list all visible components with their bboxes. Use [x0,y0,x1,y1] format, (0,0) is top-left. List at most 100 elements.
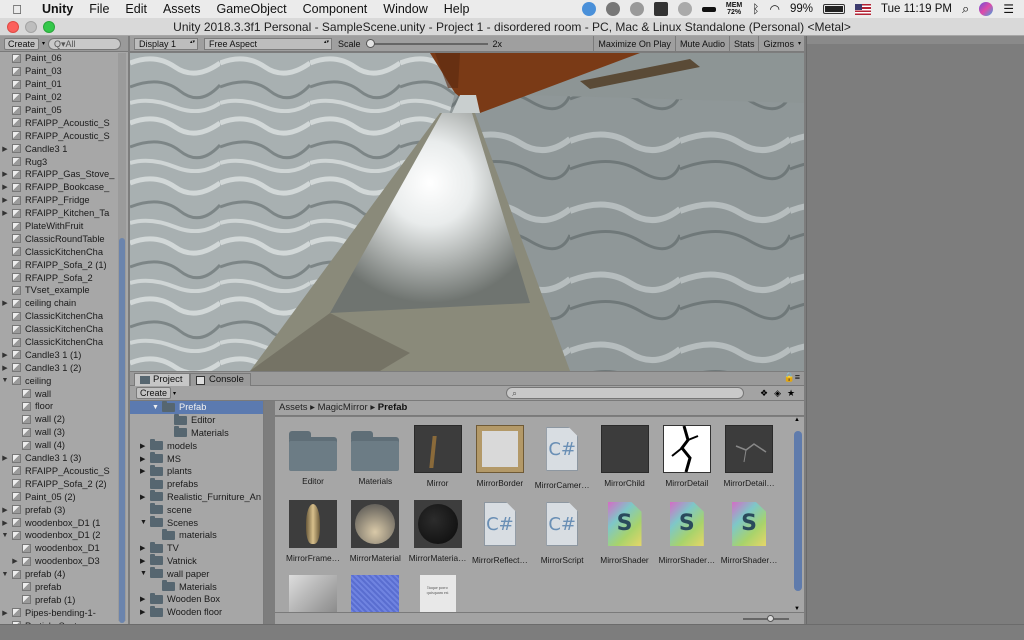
hierarchy-scroll-thumb[interactable] [119,238,125,623]
battery-icon[interactable] [822,4,845,14]
expand-arrow-icon[interactable]: ▶ [0,364,10,372]
icon-size-slider[interactable] [743,615,789,622]
collapse-arrow-icon[interactable]: ▼ [0,571,10,578]
hierarchy-item[interactable]: ▶ woodenbox_D1 (1 [0,516,128,529]
hierarchy-item[interactable]: RFAIPP_Acoustic_S [0,465,128,478]
tab-console[interactable]: Console [190,373,251,386]
hierarchy-scrollbar[interactable] [118,53,126,623]
hierarchy-search-input[interactable]: Q▾All [48,37,122,50]
hierarchy-item[interactable]: TVset_example [0,284,128,297]
hierarchy-item[interactable]: Paint_02 [0,91,128,104]
folder-tree-item[interactable]: Materials [130,580,263,593]
folder-tree-item[interactable]: ▶ TV [130,541,263,555]
folder-tree-item[interactable]: ▶ plants [130,464,263,478]
folder-tree-item[interactable]: Materials [130,426,263,440]
display-dropdown[interactable]: Display 1 [134,37,198,50]
hierarchy-item[interactable]: ClassicKitchenCha [0,323,128,336]
folder-tree-item[interactable]: scene [130,503,263,516]
asset-item[interactable]: C# MirrorReflect… [470,500,530,565]
hierarchy-item[interactable]: wall (3) [0,426,128,439]
breadcrumb-magicmirror[interactable]: MagicMirror [318,402,368,413]
expand-arrow-icon[interactable]: ▶ [140,455,150,463]
folder-tree-item[interactable]: prefabs [130,477,263,491]
asset-item[interactable]: MirrorBorder [470,425,530,488]
folder-tree-item[interactable]: Editor [130,413,263,427]
hierarchy-create-button[interactable]: Create [4,37,40,50]
tab-project[interactable]: Project [134,373,190,386]
refresh-icon[interactable] [629,2,644,16]
folder-tree-item[interactable]: ▶ Wooden floor [130,605,263,619]
hierarchy-item[interactable]: woodenbox_D1 [0,542,128,555]
asset-item[interactable]: MirrorDetail [657,425,717,488]
hierarchy-item[interactable]: ▶ Candle3 1 (3) [0,452,128,465]
notification-center-icon[interactable]: ☰ [1003,2,1014,16]
favorites-icon[interactable]: ★ [787,388,795,399]
expand-arrow-icon[interactable]: ▶ [140,493,150,501]
scale-slider-knob[interactable] [365,38,375,48]
asset-item[interactable]: S MirrorShader… [657,500,717,565]
menu-edit[interactable]: Edit [117,2,155,16]
us-flag-icon[interactable] [854,3,871,15]
hierarchy-item[interactable]: ▶ woodenbox_D3 [0,555,128,568]
search-bubble-icon[interactable] [605,2,620,16]
expand-arrow-icon[interactable]: ▶ [0,299,10,307]
menu-component[interactable]: Component [295,2,376,16]
folder-tree-item[interactable]: ▶ models [130,439,263,452]
expand-arrow-icon[interactable]: ▶ [0,519,10,527]
asset-item[interactable]: MirrorFrame… [283,500,343,563]
folder-tree-item[interactable]: ▶ Wooden Box [130,592,263,606]
hierarchy-item[interactable]: RFAIPP_Acoustic_S [0,116,128,129]
hierarchy-item[interactable]: ▶ RFAIPP_Fridge [0,194,128,207]
wifi-icon[interactable]: ◠ [769,2,779,16]
asset-item[interactable]: Materials [345,425,405,486]
asset-item[interactable]: C# MirrorScript [532,500,592,565]
hierarchy-item[interactable]: Paint_06 [0,52,128,65]
hierarchy-item[interactable]: RFAIPP_Sofa_2 (2) [0,477,128,490]
memory-monitor[interactable]: MEM 72% [726,2,742,16]
hierarchy-item[interactable]: Paint_03 [0,65,128,78]
expand-arrow-icon[interactable]: ▶ [0,454,10,462]
collapse-arrow-icon[interactable]: ▼ [140,570,150,577]
hierarchy-item[interactable]: prefab (1) [0,593,128,606]
hierarchy-item[interactable]: wall (2) [0,413,128,426]
hierarchy-item[interactable]: PlateWithFruit [0,220,128,233]
collapse-arrow-icon[interactable]: ▼ [0,532,10,539]
expand-arrow-icon[interactable]: ▶ [140,557,150,565]
icon-size-slider-knob[interactable] [767,615,774,622]
hierarchy-item[interactable]: Paint_05 (2) [0,490,128,503]
apple-menu-icon[interactable]:  [0,2,34,17]
hierarchy-item[interactable]: ▼ woodenbox_D1 (2 [0,529,128,542]
expand-arrow-icon[interactable]: ▶ [140,442,150,450]
battery-percent[interactable]: 99% [790,3,813,15]
hierarchy-item[interactable]: Rug3 [0,155,128,168]
hierarchy-item[interactable]: ▶ Candle3 1 [0,142,128,155]
hierarchy-item[interactable]: wall [0,387,128,400]
asset-item[interactable]: MirrorMateria… [408,500,468,563]
spotlight-search-icon[interactable]: ⌕ [962,1,969,17]
hierarchy-item[interactable]: ▶ ceiling chain [0,297,128,310]
hierarchy-item[interactable]: prefab [0,581,128,594]
folder-tree-item[interactable]: ▼ Scenes [130,516,263,529]
folder-tree-item[interactable]: ▼ Prefab [130,401,263,414]
filter-by-label-icon[interactable]: ◈ [774,388,781,399]
hierarchy-item[interactable]: Paint_01 [0,78,128,91]
expand-arrow-icon[interactable]: ▶ [0,145,10,153]
maximize-on-play-button[interactable]: Maximize On Play [593,35,675,52]
siri-icon[interactable] [979,2,994,16]
asset-item[interactable] [345,575,405,612]
hierarchy-item[interactable]: ▼ ceiling [0,374,128,387]
breadcrumb-assets[interactable]: Assets [279,402,308,413]
display-icon[interactable] [701,6,716,12]
expand-arrow-icon[interactable]: ▶ [0,183,10,191]
hierarchy-item[interactable]: ClassicRoundTable [0,232,128,245]
asset-item[interactable]: C# MirrorCamer… [532,425,592,490]
expand-arrow-icon[interactable]: ▶ [0,196,10,204]
hierarchy-item[interactable]: ClassicKitchenCha [0,336,128,349]
expand-arrow-icon[interactable]: ▶ [0,506,10,514]
hierarchy-item[interactable]: RFAIPP_Acoustic_S [0,129,128,142]
project-search-input[interactable]: ⌕ [506,387,745,399]
filter-by-type-icon[interactable]: ❖ [760,388,768,399]
expand-arrow-icon[interactable]: ▶ [0,609,10,617]
asset-item[interactable]: S MirrorShader… [719,500,779,565]
collapse-arrow-icon[interactable]: ▼ [140,519,150,526]
